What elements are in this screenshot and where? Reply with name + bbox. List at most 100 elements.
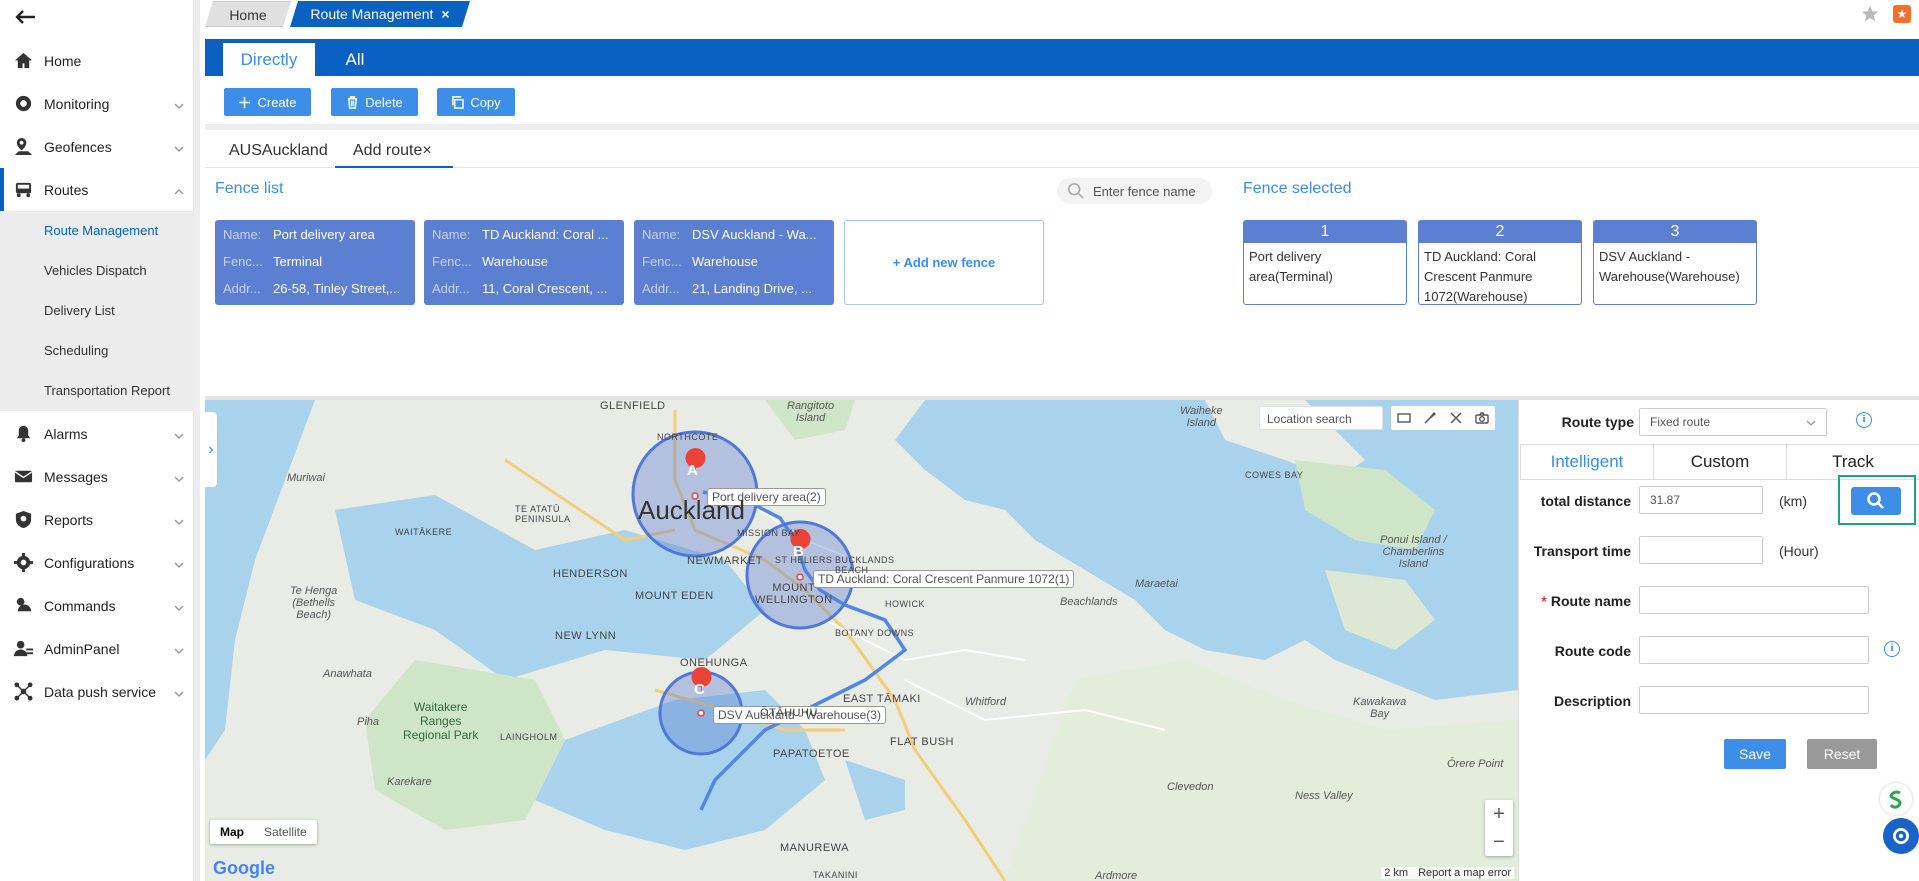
page-tab-route-management[interactable]: Route Management ×	[290, 1, 470, 27]
total-distance-label: total distance	[1540, 493, 1631, 509]
sidebar-item-adminpanel[interactable]: AdminPanel	[0, 627, 194, 670]
zoom-in-button[interactable]: +	[1485, 800, 1513, 828]
transport-time-input[interactable]	[1639, 536, 1763, 564]
rectangle-tool-icon[interactable]	[1395, 409, 1413, 427]
sidebar-item-commands[interactable]: Commands	[0, 584, 194, 627]
sidebar-item-configurations[interactable]: Configurations	[0, 541, 194, 584]
sidebar-item-routes[interactable]: Routes	[0, 168, 194, 211]
total-distance-input[interactable]: 31.87	[1639, 486, 1763, 514]
required-marker: *	[1541, 593, 1547, 609]
route-code-input[interactable]	[1639, 636, 1869, 664]
place-ardmore: Ardmore	[1095, 870, 1138, 881]
fence-name: DSV Auckland - Wa...	[692, 227, 817, 242]
place-east-tamaki: EAST TĀMAKI	[843, 693, 921, 705]
place-kawakawa: Kawakawa Bay	[1353, 696, 1407, 720]
tab-all[interactable]: All	[325, 43, 385, 76]
tab-directly[interactable]: Directly	[223, 43, 315, 76]
route-code-label: Route code	[1554, 643, 1631, 659]
chat-widget-icon[interactable]	[1880, 783, 1912, 815]
place-mount-wellington: MOUNT WELLINGTON	[755, 582, 833, 606]
sidebar-item-data-push-service[interactable]: Data push service	[0, 670, 194, 713]
fence-type-key: Fenc...	[432, 254, 472, 269]
place-otahuhu: ŌTĀHUHU	[760, 707, 818, 719]
submenu-delivery-list[interactable]: Delivery List	[44, 301, 115, 321]
fence-addr-key: Addr...	[432, 281, 470, 296]
map-type-toggle: Map Satellite	[210, 820, 317, 844]
fence-card[interactable]: Name: DSV Auckland - Wa... Fenc... Warehou…	[634, 220, 834, 305]
marker-letter-a[interactable]: A	[687, 462, 698, 479]
tab-ausauckland[interactable]: AUSAuckland	[229, 142, 328, 168]
map-tools	[1391, 406, 1495, 430]
fence-name-key: Name:	[642, 227, 681, 242]
star-icon[interactable]	[1861, 5, 1879, 23]
sidebar-item-reports[interactable]: Reports	[0, 498, 194, 541]
place-henderson: HENDERSON	[553, 568, 628, 580]
place-takanini: TAKANINI	[813, 870, 858, 880]
place-onehunga: ONEHUNGA	[680, 657, 748, 669]
fence-search-input[interactable]	[1093, 183, 1203, 199]
reset-button[interactable]: Reset	[1807, 739, 1877, 769]
map-type-satellite[interactable]: Satellite	[254, 820, 317, 844]
page-tab-home[interactable]: Home	[205, 1, 291, 27]
create-button-label: Create	[257, 94, 297, 110]
save-button[interactable]: Save	[1724, 739, 1786, 769]
tab-intelligent[interactable]: Intelligent	[1521, 445, 1654, 479]
tab-add-route[interactable]: Add route×	[335, 142, 453, 168]
chevron-down-icon	[174, 98, 184, 109]
sidebar-item-messages[interactable]: Messages	[0, 455, 194, 498]
add-new-fence-button[interactable]: + Add new fence	[844, 220, 1044, 305]
submenu-route-management[interactable]: Route Management	[44, 221, 158, 241]
marker-letter-c[interactable]: C	[694, 681, 705, 698]
clear-tool-icon[interactable]	[1447, 409, 1465, 427]
chevron-down-icon	[174, 471, 184, 482]
copy-button[interactable]: Copy	[437, 88, 515, 116]
description-input[interactable]	[1639, 686, 1869, 714]
bookmark-icon[interactable]: ★	[1893, 5, 1911, 23]
selected-fence-card[interactable]: 1 Port delivery area(Terminal)	[1243, 220, 1407, 305]
map-view[interactable]: A B C Port delivery area(2) TD Auckland:…	[205, 400, 1518, 881]
camera-icon[interactable]	[1473, 409, 1491, 427]
place-st-heliers: ST HELIERS	[775, 555, 833, 565]
place-mount-eden: MOUNT EDEN	[635, 590, 714, 602]
sidebar-item-geofences[interactable]: Geofences	[0, 125, 194, 168]
brush-tool-icon[interactable]	[1421, 409, 1439, 427]
submenu-vehicles-dispatch[interactable]: Vehicles Dispatch	[44, 261, 147, 281]
page-tab-label: Route Management	[310, 6, 434, 22]
sidebar-item-alarms[interactable]: Alarms	[0, 412, 194, 455]
sidebar-item-home[interactable]: Home	[0, 39, 194, 82]
settings-widget-icon[interactable]	[1883, 818, 1919, 854]
location-search-input[interactable]: Location search	[1259, 406, 1383, 430]
map-footer: 2 km Report a map error	[1381, 867, 1514, 879]
route-code-info-icon[interactable]: i	[1884, 641, 1900, 657]
calculate-route-button[interactable]	[1851, 487, 1901, 515]
submenu-scheduling[interactable]: Scheduling	[44, 341, 108, 361]
route-type-value: Fixed route	[1650, 415, 1711, 429]
zoom-out-button[interactable]: −	[1485, 828, 1513, 856]
report-map-error-link[interactable]: Report a map error	[1418, 867, 1511, 879]
place-laingholm: LAINGHOLM	[500, 732, 558, 742]
tab-track[interactable]: Track	[1787, 445, 1919, 479]
copy-button-label: Copy	[470, 94, 501, 110]
map-type-map[interactable]: Map	[210, 820, 254, 844]
selected-fence-card[interactable]: 3 DSV Auckland - Warehouse(Warehouse)	[1593, 220, 1757, 305]
selected-fence-text: Port delivery area(Terminal)	[1249, 249, 1333, 284]
fence-card[interactable]: Name: Port delivery area Fenc... Terminal …	[215, 220, 415, 305]
route-type-select[interactable]: Fixed route	[1639, 408, 1827, 436]
create-button[interactable]: Create	[224, 88, 311, 116]
sidebar-item-monitoring[interactable]: Monitoring	[0, 82, 194, 125]
back-arrow-icon[interactable]	[10, 6, 40, 28]
submenu-transportation-report[interactable]: Transportation Report	[44, 381, 170, 401]
plus-icon	[239, 96, 251, 108]
route-name-input[interactable]	[1639, 586, 1869, 614]
fence-type: Terminal	[273, 254, 323, 269]
close-tab-icon[interactable]: ×	[441, 6, 449, 22]
selected-fence-card[interactable]: 2 TD Auckland: Coral Crescent Panmure 10…	[1418, 220, 1582, 305]
place-whitford: Whitford	[965, 696, 1006, 708]
route-type-info-icon[interactable]: i	[1856, 412, 1872, 428]
command-icon	[12, 595, 34, 617]
chevron-right-icon[interactable]: ›	[205, 412, 217, 487]
delete-button[interactable]: Delete	[331, 88, 418, 116]
tab-custom[interactable]: Custom	[1654, 445, 1787, 479]
fence-card[interactable]: Name: TD Auckland: Coral ... Fenc... Wareh…	[424, 220, 624, 305]
fence-search[interactable]	[1057, 178, 1212, 204]
